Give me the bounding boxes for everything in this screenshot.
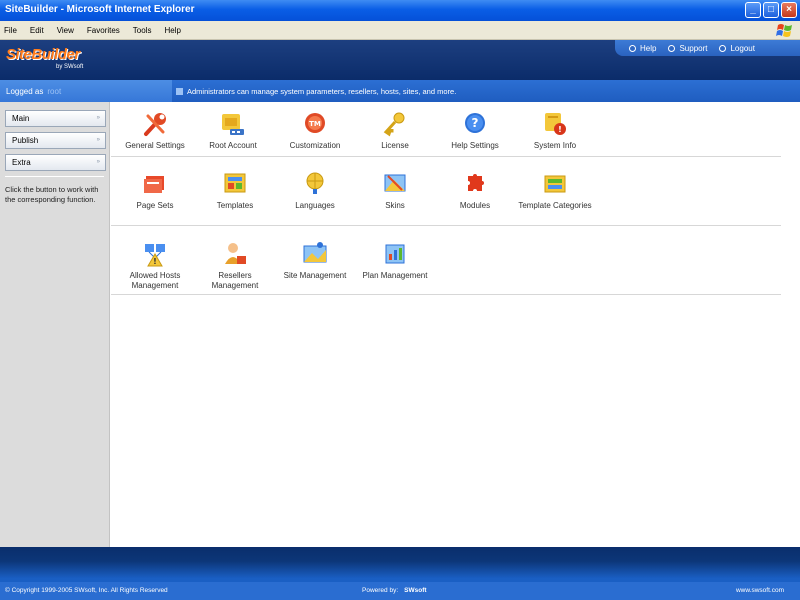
tool-plan-management[interactable]: Plan Management: [355, 240, 435, 281]
tool-row-management: ! Allowed Hosts Management Resellers Man…: [111, 226, 781, 295]
tool-license[interactable]: License: [355, 110, 435, 151]
wrench-icon: [144, 113, 166, 136]
templates-icon: [224, 173, 246, 193]
svg-text:!: !: [558, 125, 562, 134]
tool-modules[interactable]: Modules: [435, 170, 515, 211]
tool-allowed-hosts-management[interactable]: ! Allowed Hosts Management: [115, 240, 195, 291]
svg-text:?: ?: [472, 116, 479, 130]
tool-languages[interactable]: Languages: [275, 170, 355, 211]
modules-icon: [468, 174, 484, 191]
system-info-icon: !: [545, 113, 566, 135]
tool-templates[interactable]: Templates: [195, 170, 275, 211]
status-bar: Logged as root Administrators can manage …: [0, 80, 800, 102]
menu-favorites[interactable]: Favorites: [87, 26, 120, 35]
support-dot-icon: [668, 44, 676, 52]
tool-help-settings[interactable]: ? Help Settings: [435, 110, 515, 151]
skins-icon: [384, 174, 406, 192]
menu-file[interactable]: File: [4, 26, 17, 35]
tool-customization[interactable]: TM Customization: [275, 110, 355, 151]
help-dot-icon: [629, 44, 636, 52]
site-link[interactable]: www.swsoft.com: [736, 587, 784, 594]
menu-view[interactable]: View: [57, 26, 74, 35]
tool-template-categories[interactable]: Template Categories: [515, 170, 595, 211]
license-key-icon: [383, 112, 405, 137]
logged-as: Logged as root: [0, 80, 172, 102]
brand-logo[interactable]: SiteBuilder by SWsoft: [6, 46, 83, 70]
copyright-text: © Copyright 1999-2005 SWsoft, Inc. All R…: [5, 587, 168, 594]
sidebar: Main» Publish» Extra» Click the button t…: [0, 102, 110, 547]
chevron-icon: »: [96, 137, 100, 143]
sidebar-hint: Click the button to work with the corres…: [5, 185, 99, 204]
tool-general-settings[interactable]: General Settings: [115, 110, 195, 151]
app-header: SiteBuilder by SWsoft Help Support Logou…: [0, 40, 800, 80]
main-panel: General Settings Root Account TM Customi…: [111, 102, 800, 547]
windows-flag-icon: [776, 24, 792, 37]
help-link[interactable]: Help: [629, 44, 656, 53]
languages-icon: [306, 172, 324, 194]
site-management-icon: [303, 242, 327, 263]
maximize-button[interactable]: □: [763, 2, 779, 18]
tool-root-account[interactable]: Root Account: [193, 110, 273, 151]
logout-dot-icon: [719, 44, 727, 52]
menu-tools[interactable]: Tools: [133, 26, 152, 35]
root-account-icon: [222, 114, 244, 135]
powered-by: Powered by: SWsoft: [362, 587, 427, 594]
chevron-icon: »: [96, 159, 100, 165]
resellers-icon: [225, 243, 246, 264]
logged-user: root: [47, 87, 62, 96]
swsoft-logo[interactable]: SWsoft: [404, 587, 426, 594]
chevron-icon: »: [96, 115, 100, 121]
sidebar-button-main[interactable]: Main»: [5, 110, 106, 127]
minimize-button[interactable]: _: [745, 2, 761, 18]
logout-link[interactable]: Logout: [719, 44, 755, 53]
close-button[interactable]: ×: [781, 2, 797, 18]
window-titlebar: SiteBuilder - Microsoft Internet Explore…: [0, 0, 800, 21]
menu-help[interactable]: Help: [164, 26, 180, 35]
page-sets-icon: [144, 176, 164, 193]
tool-system-info[interactable]: ! System Info: [515, 110, 595, 151]
tool-page-sets[interactable]: Page Sets: [115, 170, 195, 211]
customization-icon: TM: [305, 113, 325, 133]
svg-text:TM: TM: [309, 120, 321, 128]
tool-site-management[interactable]: Site Management: [275, 240, 355, 281]
brand-by: by SWsoft: [56, 64, 84, 70]
help-icon: ?: [465, 113, 485, 133]
template-categories-icon: [544, 175, 566, 193]
menu-bar: File Edit View Favorites Tools Help: [0, 21, 800, 40]
sidebar-divider: [5, 176, 104, 177]
admin-notice: Administrators can manage system paramet…: [176, 87, 456, 96]
support-link[interactable]: Support: [668, 44, 707, 53]
plan-management-icon: [385, 244, 405, 264]
tool-skins[interactable]: Skins: [355, 170, 435, 211]
sidebar-button-extra[interactable]: Extra»: [5, 154, 106, 171]
window-title: SiteBuilder - Microsoft Internet Explore…: [5, 4, 195, 15]
menu-edit[interactable]: Edit: [30, 26, 44, 35]
sidebar-button-publish[interactable]: Publish»: [5, 132, 106, 149]
footer: © Copyright 1999-2005 SWsoft, Inc. All R…: [0, 582, 800, 600]
tool-row-design: Page Sets Templates Languages Skins Modu…: [111, 157, 781, 226]
brand-name: SiteBuilder: [6, 46, 80, 63]
tool-row-settings: General Settings Root Account TM Customi…: [111, 102, 781, 157]
top-links: Help Support Logout: [615, 40, 800, 56]
info-icon: [176, 88, 183, 95]
svg-text:!: !: [153, 257, 157, 266]
tool-resellers-management[interactable]: Resellers Management: [195, 240, 275, 291]
bottom-bar: [0, 547, 800, 582]
allowed-hosts-icon: !: [145, 244, 165, 267]
